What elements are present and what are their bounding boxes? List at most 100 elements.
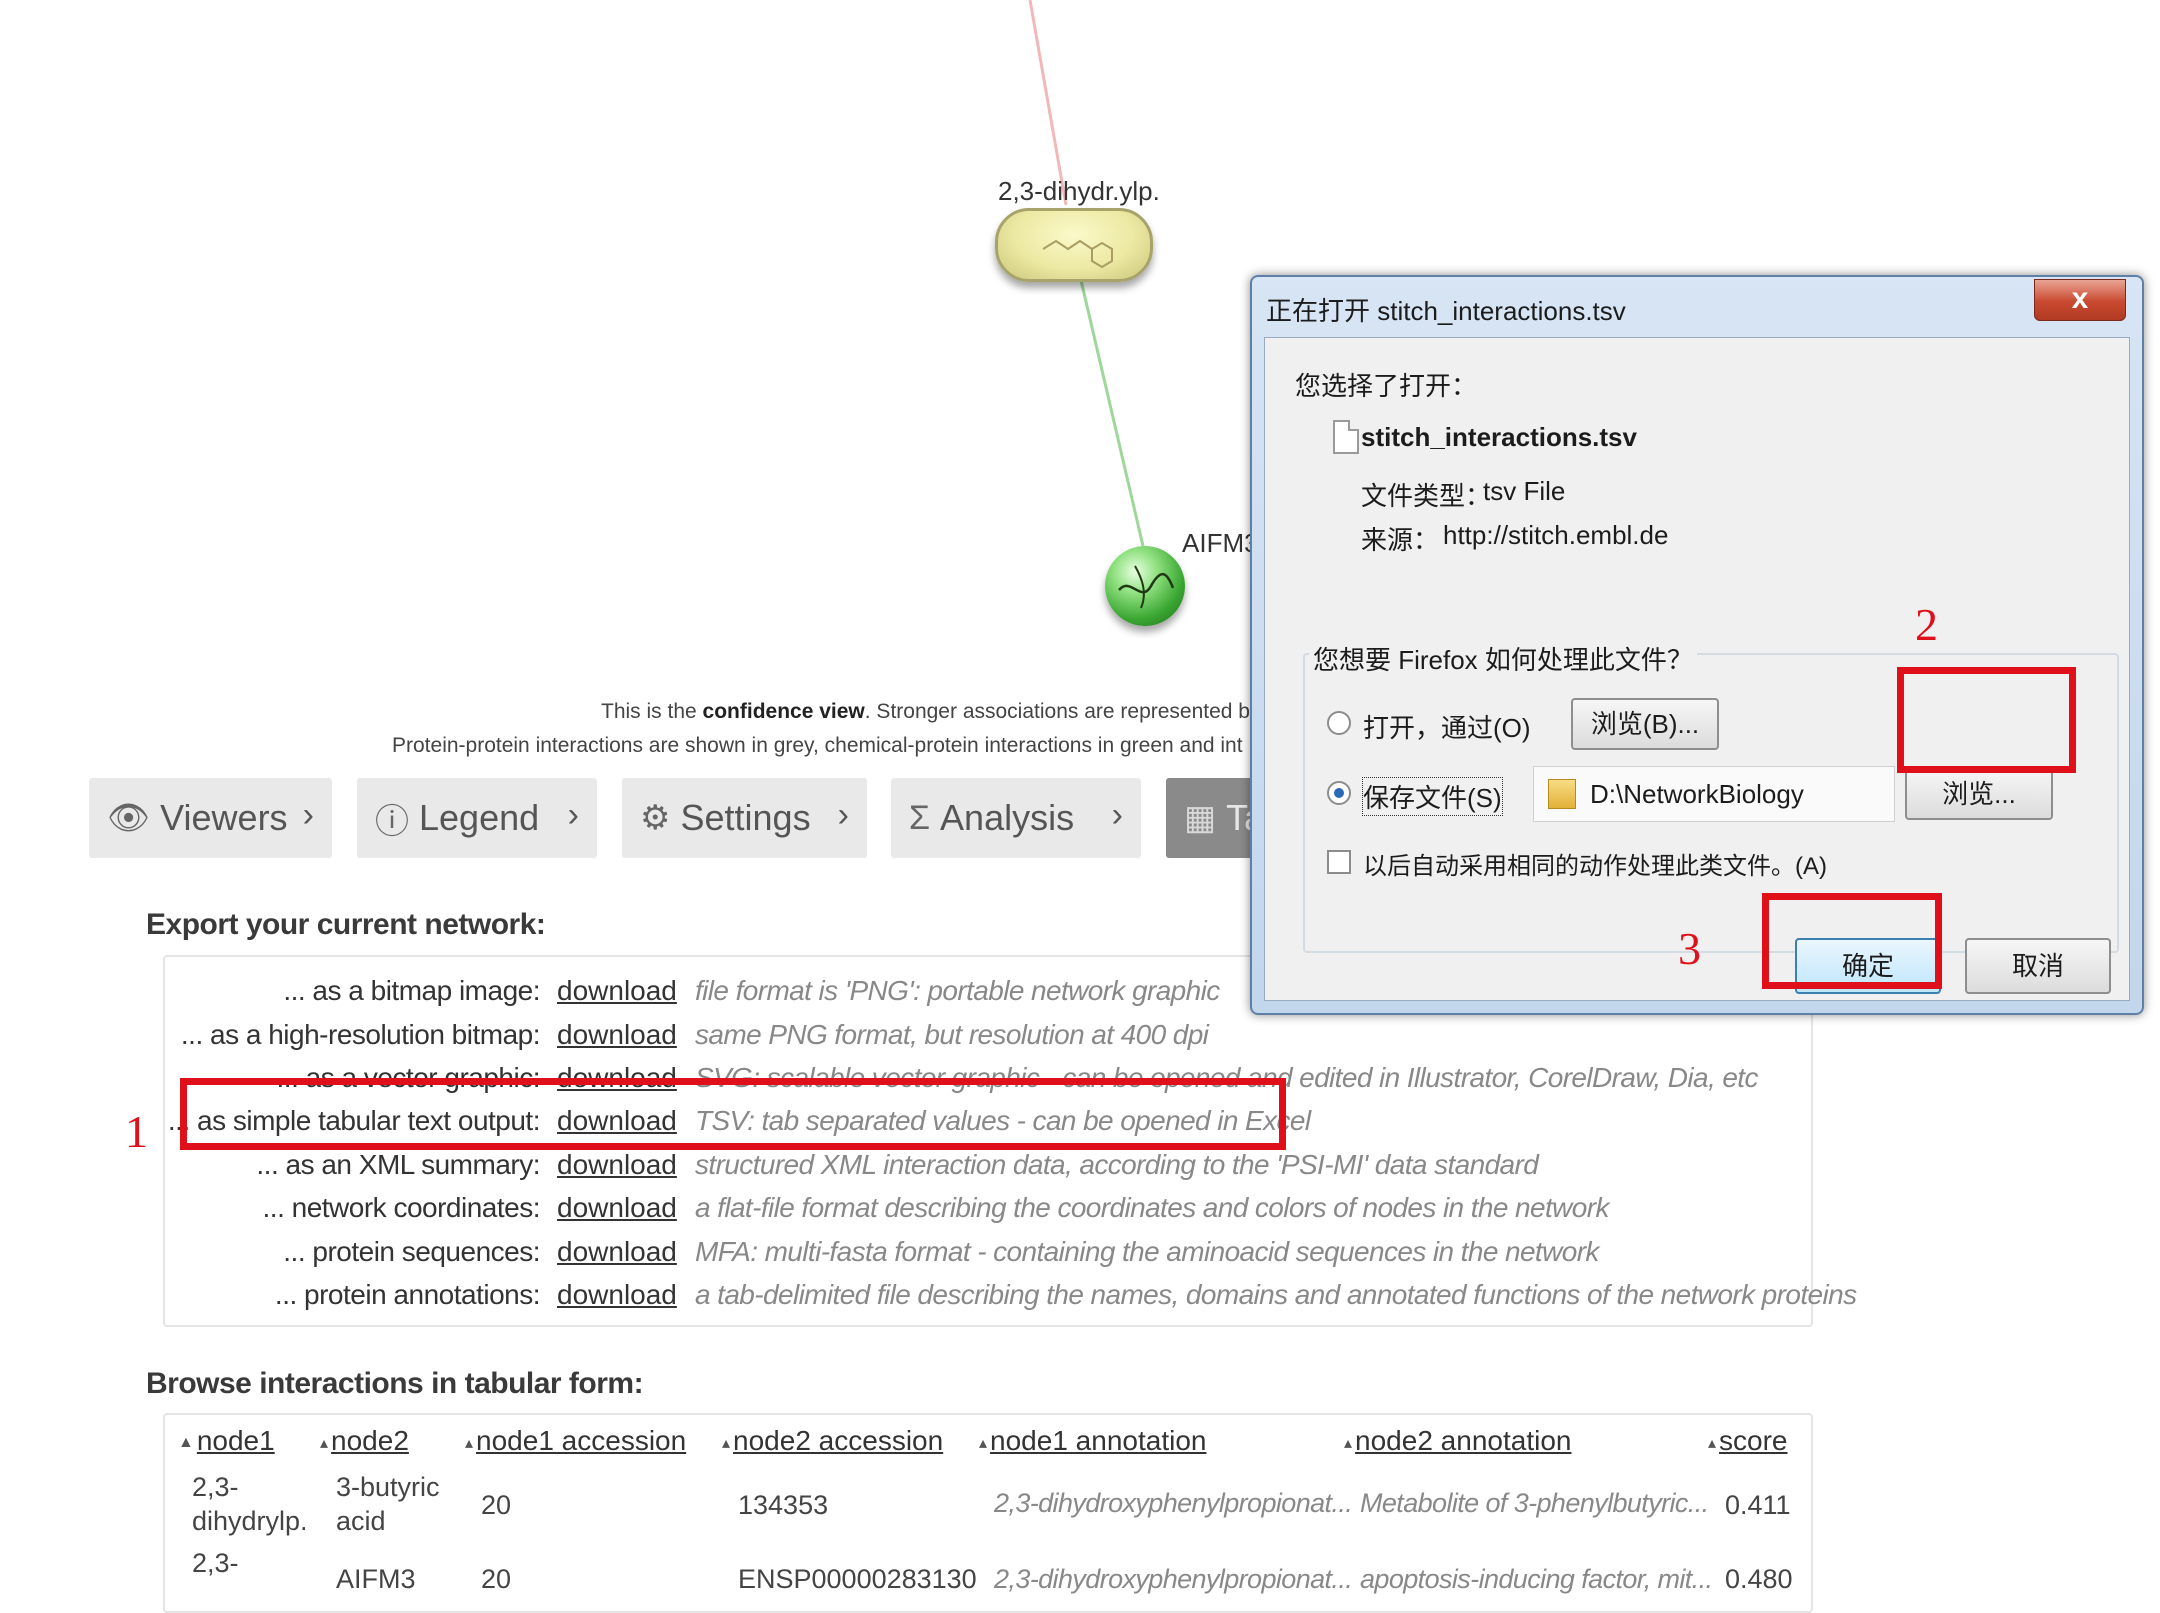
tab-analysis[interactable]: Σ Analysis ›	[891, 778, 1141, 858]
open-with-radio[interactable]	[1327, 711, 1351, 735]
highlight-box-2	[1897, 667, 2076, 773]
table-cell: ENSP00000283130	[738, 1564, 977, 1594]
col-header-node2-annotation[interactable]: ▴ node2 annotation	[1344, 1425, 1571, 1457]
export-desc: a flat-file format describing the coordi…	[695, 1192, 1609, 1223]
protein-structure-icon	[1118, 565, 1175, 609]
table-cell: AIFM3	[336, 1564, 416, 1594]
download-link[interactable]: download	[557, 1236, 677, 1268]
download-link[interactable]: download	[557, 975, 677, 1007]
highlight-box-1	[180, 1078, 1286, 1150]
browse-folder-button[interactable]: 浏览...	[1905, 768, 2053, 820]
export-label: ... as an XML summary:	[256, 1149, 540, 1180]
export-row: ... network coordinates: download a flat…	[165, 1192, 1815, 1232]
tab-viewers[interactable]: 👁 Viewers ›	[89, 778, 332, 858]
file-icon	[1333, 420, 1359, 454]
tab-settings[interactable]: ⚙ Settings ›	[622, 778, 867, 858]
chosen-label: 您选择了打开：	[1295, 371, 1478, 401]
save-file-radio[interactable]	[1327, 781, 1351, 805]
export-desc: structured XML interaction data, accordi…	[695, 1149, 1539, 1180]
sigma-icon: Σ	[909, 798, 931, 837]
export-desc: a tab-delimited file describing the name…	[695, 1279, 1857, 1310]
file-type-label: 文件类型：	[1361, 481, 1492, 511]
download-link[interactable]: download	[557, 1019, 677, 1051]
download-link[interactable]: download	[557, 1279, 677, 1311]
auto-action-label: 以后自动采用相同的动作处理此类文件。(A)	[1363, 853, 1827, 880]
dialog-title: 正在打开 stitch_interactions.tsv	[1266, 296, 1626, 326]
export-desc: file format is 'PNG': portable network g…	[695, 975, 1220, 1006]
open-with-label: 打开，通过(O)	[1363, 713, 1531, 743]
auto-action-checkbox[interactable]	[1327, 850, 1351, 874]
sort-icon: ▴	[722, 1434, 731, 1452]
edge-green	[1078, 275, 1145, 547]
chevron-right-icon: ›	[567, 796, 579, 834]
caption-line-1: This is the confidence view. Stronger as…	[601, 700, 1261, 723]
table-cell: 2,3-dihydroxyphenylpropionat...	[994, 1488, 1353, 1518]
export-row: ... as a high-resolution bitmap: downloa…	[165, 1019, 1815, 1059]
caption-line-2: Protein-protein interactions are shown i…	[392, 734, 1243, 757]
molecule-icon	[1042, 239, 1113, 269]
export-desc: same PNG format, but resolution at 400 d…	[695, 1019, 1209, 1050]
table-cell: 2,3-dihydroxyphenylpropionat...	[994, 1564, 1353, 1594]
export-label: ... network coordinates:	[262, 1192, 541, 1223]
eye-icon: 👁	[107, 799, 151, 837]
close-button[interactable]: x	[2034, 279, 2126, 321]
browse-app-button[interactable]: 浏览(B)...	[1571, 698, 1719, 750]
chevron-right-icon: ›	[1111, 796, 1123, 834]
export-heading: Export your current network:	[146, 908, 546, 941]
sort-icon: ▴	[1344, 1434, 1353, 1452]
table-cell: 2,3- dihydrylp.	[192, 1472, 308, 1536]
edge-red	[1028, 0, 1068, 206]
filename: stitch_interactions.tsv	[1361, 422, 1637, 452]
save-path: D:\NetworkBiology	[1590, 779, 1804, 809]
export-row: ... protein annotations: download a tab-…	[165, 1279, 1857, 1319]
annotation-number-2: 2	[1915, 599, 1938, 650]
sort-icon: ▴	[320, 1434, 329, 1452]
table-cell: Metabolite of 3-phenylbutyric...	[1360, 1488, 1709, 1518]
save-path-field[interactable]: D:\NetworkBiology	[1533, 766, 1895, 822]
table-cell: 20	[481, 1490, 512, 1520]
save-file-label: 保存文件(S)	[1362, 777, 1503, 816]
folder-icon	[1548, 779, 1576, 809]
col-header-node1-annotation[interactable]: ▴ node1 annotation	[979, 1425, 1206, 1457]
sort-icon: ▴	[1708, 1434, 1717, 1452]
sort-icon: ▴	[465, 1434, 474, 1452]
table-cell: 20	[481, 1564, 512, 1594]
export-label: ... as a bitmap image:	[283, 975, 540, 1006]
tab-label: Analysis	[940, 797, 1075, 838]
sort-icon: ▴	[979, 1434, 988, 1452]
col-header-node1[interactable]: ▲ node1	[178, 1425, 275, 1457]
table-cell: 134353	[738, 1490, 829, 1520]
tab-legend[interactable]: ⓘ Legend ›	[357, 778, 597, 858]
export-row: ... as an XML summary: download structur…	[165, 1149, 1815, 1189]
export-label: ... as a high-resolution bitmap:	[180, 1019, 541, 1050]
table-cell: 0.411	[1725, 1490, 1791, 1520]
download-link[interactable]: download	[557, 1192, 677, 1224]
sort-asc-icon: ▲	[178, 1433, 194, 1451]
tab-label: Viewers	[160, 797, 288, 838]
table-icon: ▦	[1184, 799, 1217, 837]
table-cell: 3-butyric acid	[336, 1472, 440, 1536]
node-chem-label: 2,3-dihydr.ylp.	[998, 176, 1160, 206]
col-header-score[interactable]: ▴ score	[1708, 1425, 1788, 1457]
source-label: 来源：	[1361, 525, 1440, 555]
node-protein-label: AIFM3	[1182, 528, 1259, 558]
table-cell: 2,3-	[192, 1548, 239, 1578]
source-value: http://stitch.embl.de	[1443, 520, 1669, 550]
export-desc: MFA: multi-fasta format - containing the…	[695, 1236, 1599, 1267]
firefox-download-dialog: 正在打开 stitch_interactions.tsv x 您选择了打开： s…	[1250, 275, 2144, 1015]
cancel-button[interactable]: 取消	[1965, 938, 2111, 994]
chevron-right-icon: ›	[837, 796, 849, 834]
download-link[interactable]: download	[557, 1149, 677, 1181]
protein-node[interactable]	[1105, 546, 1185, 626]
chevron-right-icon: ›	[302, 796, 314, 834]
col-header-node2-accession[interactable]: ▴ node2 accession	[722, 1425, 943, 1457]
table-cell: apoptosis-inducing factor, mit...	[1360, 1564, 1713, 1594]
annotation-number-1: 1	[125, 1106, 148, 1157]
export-label: ... protein annotations:	[274, 1279, 541, 1310]
chem-node[interactable]	[995, 208, 1153, 282]
col-header-node2[interactable]: ▴ node2	[320, 1425, 409, 1457]
col-header-node1-accession[interactable]: ▴ node1 accession	[465, 1425, 686, 1457]
gear-icon: ⚙	[640, 799, 671, 837]
annotation-number-3: 3	[1678, 923, 1701, 974]
question-label: 您想要 Firefox 如何处理此文件？	[1309, 640, 1697, 677]
